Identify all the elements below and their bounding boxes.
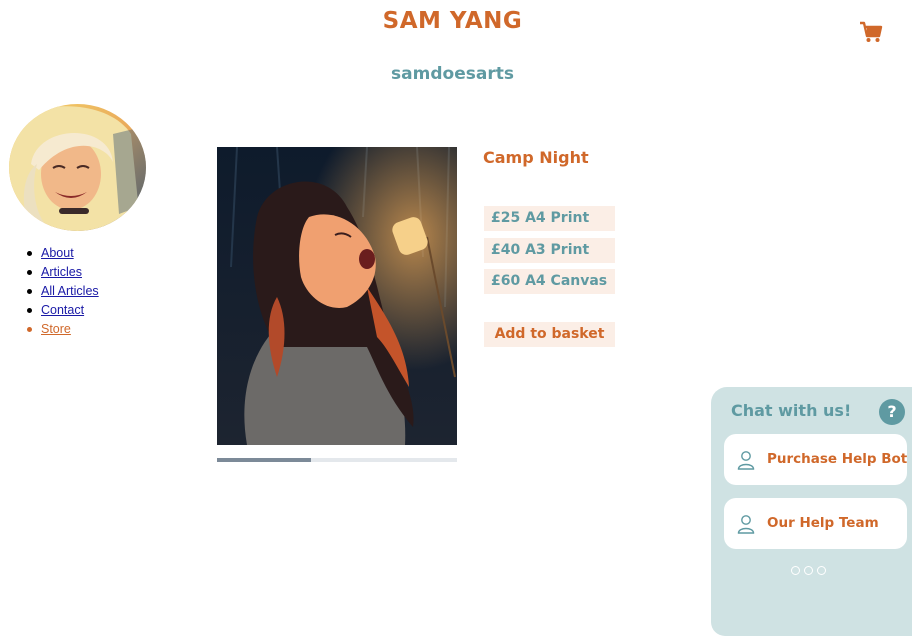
product-artwork[interactable] <box>217 147 457 445</box>
nav-item-articles: Articles <box>24 263 99 282</box>
nav-link-store[interactable]: Store <box>41 322 71 336</box>
nav-link-articles[interactable]: Articles <box>41 265 82 279</box>
nav-link-contact[interactable]: Contact <box>41 303 84 317</box>
our-help-team-label: Our Help Team <box>767 515 879 531</box>
person-icon <box>737 515 755 534</box>
option-a4-canvas[interactable]: £60 A4 Canvas <box>484 269 615 294</box>
sidebar-nav: About Articles All Articles Contact Stor… <box>24 244 99 339</box>
product-title: Camp Night <box>483 148 589 167</box>
nav-item-contact: Contact <box>24 301 99 320</box>
store-page: SAM YANG samdoesarts About Articles All … <box>0 0 912 636</box>
nav-item-about: About <box>24 244 99 263</box>
nav-item-store: Store <box>24 320 99 339</box>
nav-item-all-articles: All Articles <box>24 282 99 301</box>
ellipsis-dots-icon[interactable] <box>791 565 831 577</box>
site-subtitle: samdoesarts <box>391 64 514 84</box>
option-a3-print[interactable]: £40 A3 Print <box>484 238 615 263</box>
shopping-cart-icon[interactable] <box>858 20 884 44</box>
purchase-help-bot-button[interactable]: Purchase Help Bot <box>724 434 907 485</box>
nav-link-all-articles[interactable]: All Articles <box>41 284 99 298</box>
our-help-team-button[interactable]: Our Help Team <box>724 498 907 549</box>
option-a4-print[interactable]: £25 A4 Print <box>484 206 615 231</box>
site-title: SAM YANG <box>382 8 523 34</box>
purchase-help-bot-label: Purchase Help Bot <box>767 451 908 467</box>
person-icon <box>737 451 755 470</box>
chat-title: Chat with us! <box>731 401 852 420</box>
gallery-progress-fill <box>217 458 311 462</box>
chat-widget: Chat with us! ? Purchase Help Bot Our He… <box>711 387 912 636</box>
artist-avatar <box>9 104 146 231</box>
gallery-progress-track[interactable] <box>217 458 457 462</box>
nav-link-about[interactable]: About <box>41 246 74 260</box>
help-icon[interactable]: ? <box>879 399 905 425</box>
add-to-basket-button[interactable]: Add to basket <box>484 322 615 347</box>
